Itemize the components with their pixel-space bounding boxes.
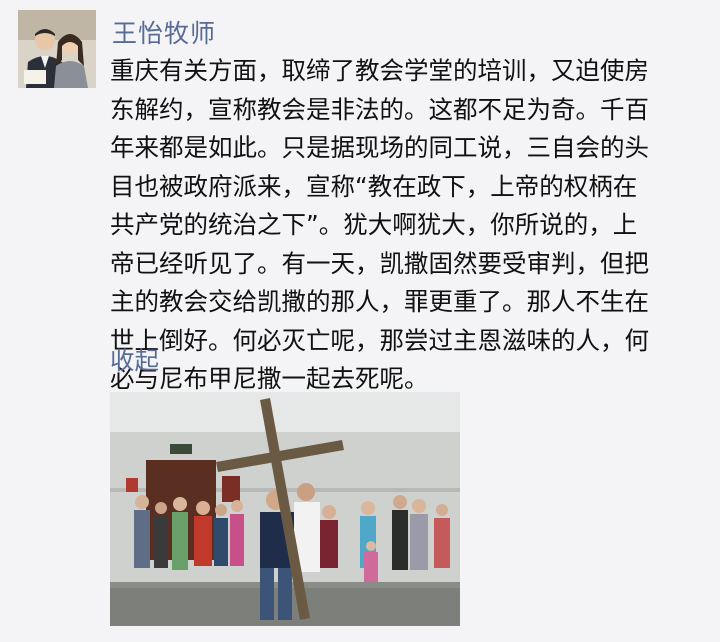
avatar-photo (18, 10, 96, 88)
post-text-line: 东解约，宣称教会是非法的。这都不足为奇。千百 (110, 94, 649, 124)
moments-post: 王怡牧师 重庆有关方面，取缔了教会学堂的培训，又迫使房 东解约，宣称教会是非法的… (0, 0, 720, 642)
post-photo[interactable] (110, 392, 460, 626)
post-text-line: 重庆有关方面，取缔了教会学堂的培训，又迫使房 (110, 56, 649, 85)
post-text-line: 年来都是如此。只是据现场的同工说，三自会的头 (110, 133, 649, 162)
author-avatar[interactable] (18, 10, 96, 88)
author-name[interactable]: 王怡牧师 (112, 14, 216, 50)
post-text-line: 共产党的统治之下”。犹大啊犹大，你所说的，上 (110, 210, 638, 239)
cross-procession-photo (110, 392, 460, 626)
post-text-line: 帝已经听见了。有一天，凯撒固然要受审判，但把 (110, 248, 649, 278)
post-text-line: 目也被政府派来，宣称“教在政下，上帝的权柄在 (110, 171, 638, 201)
collapse-link[interactable]: 收起 (110, 342, 159, 377)
post-text-line: 世上倒好。何必灭亡呢，那尝过主恩滋味的人，何 (110, 325, 649, 355)
post-text: 重庆有关方面，取缔了教会学堂的培训，又迫使房 东解约，宣称教会是非法的。这都不足… (110, 52, 690, 399)
post-text-line: 主的教会交给凯撒的那人，罪更重了。那人不生在 (110, 287, 649, 316)
